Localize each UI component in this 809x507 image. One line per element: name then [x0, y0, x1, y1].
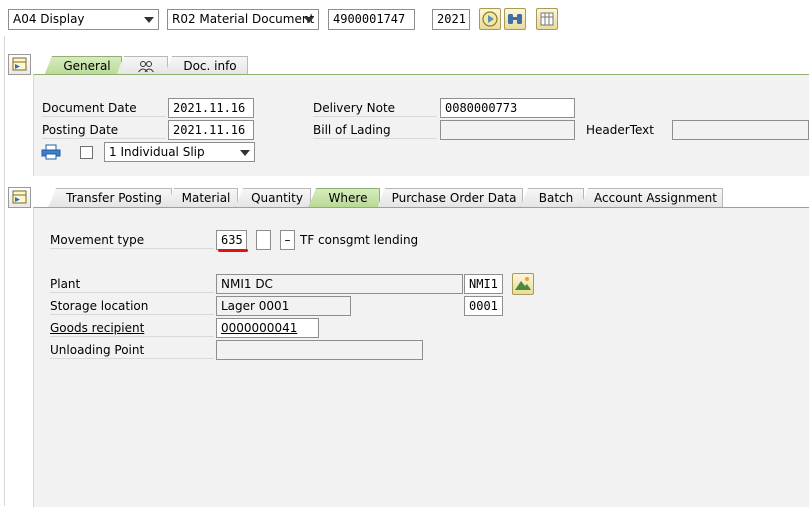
overview-button[interactable] — [536, 8, 558, 30]
action-dropdown-value: A04 Display — [13, 12, 85, 26]
tab-doc-info[interactable]: Doc. info — [164, 56, 248, 76]
header-text-label: HeaderText — [586, 123, 654, 137]
chevron-down-icon — [304, 17, 314, 23]
tab-account-assignment[interactable]: Account Assignment — [580, 188, 723, 208]
goods-recipient-label[interactable]: Goods recipient — [50, 320, 214, 337]
frame-border — [4, 36, 5, 506]
movement-description: TF consgmt lending — [300, 233, 419, 247]
tab-partner[interactable] — [116, 56, 168, 76]
document-number-input[interactable]: 4900001747 — [328, 9, 415, 30]
tab-transfer-posting[interactable]: Transfer Posting — [48, 188, 172, 208]
unloading-point-field[interactable] — [216, 340, 423, 360]
collapse-icon — [12, 57, 27, 71]
goods-recipient-field[interactable]: 0000000041 — [216, 318, 319, 338]
collapse-header-button[interactable] — [8, 54, 31, 75]
collapse-icon — [12, 190, 27, 204]
posting-date-field[interactable]: 2021.11.16 — [168, 120, 254, 140]
execute-button[interactable] — [479, 8, 501, 30]
storage-location-code-field[interactable]: 0001 — [464, 296, 503, 316]
printer-icon[interactable] — [41, 144, 61, 160]
mountain-icon — [515, 277, 531, 290]
print-option-dropdown[interactable]: 1 Individual Slip — [104, 142, 255, 162]
action-dropdown[interactable]: A04 Display — [8, 9, 159, 30]
document-date-field[interactable]: 2021.11.16 — [168, 98, 254, 118]
plant-code-field[interactable]: NMI1 — [464, 274, 503, 294]
execute-icon — [482, 11, 498, 27]
year-input[interactable]: 2021 — [432, 9, 470, 30]
document-type-dropdown[interactable]: R02 Material Document — [167, 9, 319, 30]
bill-of-lading-field[interactable] — [440, 120, 575, 140]
tab-material[interactable]: Material — [166, 188, 238, 208]
delivery-note-field[interactable]: 0080000773 — [440, 98, 575, 118]
binoculars-icon — [508, 14, 522, 24]
print-option-value: 1 Individual Slip — [109, 145, 205, 159]
tab-purchase-order-data[interactable]: Purchase Order Data — [377, 188, 523, 208]
bill-of-lading-label: Bill of Lading — [313, 122, 437, 139]
unloading-point-label: Unloading Point — [50, 342, 214, 359]
find-button[interactable] — [504, 8, 526, 30]
chevron-down-icon — [240, 150, 250, 156]
tab-general-label: General — [63, 59, 111, 73]
movement-indicator-field[interactable] — [256, 230, 271, 250]
posting-date-label: Posting Date — [42, 122, 166, 139]
movement-type-field[interactable]: 635 — [216, 230, 247, 250]
storage-location-label: Storage location — [50, 298, 214, 315]
movement-flag-field[interactable]: – — [280, 230, 295, 250]
print-checkbox[interactable] — [80, 146, 93, 159]
header-text-field[interactable] — [672, 120, 809, 140]
movement-type-label: Movement type — [50, 232, 214, 249]
grid-icon — [540, 12, 554, 26]
people-icon — [138, 61, 154, 73]
tab-label: Quantity — [251, 191, 303, 205]
tab-label: Transfer Posting — [66, 191, 162, 205]
storage-location-name-field[interactable]: Lager 0001 — [216, 296, 351, 316]
tab-doc-info-label: Doc. info — [183, 59, 237, 73]
tab-batch[interactable]: Batch — [520, 188, 584, 208]
tab-label: Batch — [538, 191, 574, 205]
tab-label: Material — [181, 191, 231, 205]
chevron-down-icon — [144, 17, 154, 23]
plant-label: Plant — [50, 276, 214, 293]
tab-general[interactable]: General — [44, 56, 122, 76]
plant-overview-button[interactable] — [512, 273, 534, 295]
document-type-value: R02 Material Document — [172, 12, 315, 26]
collapse-item-button[interactable] — [8, 187, 31, 208]
annotation-underline — [218, 249, 248, 252]
tab-label: Where — [328, 191, 368, 205]
delivery-note-label: Delivery Note — [313, 100, 437, 117]
tab-label: Purchase Order Data — [391, 191, 517, 205]
tab-label: Account Assignment — [594, 191, 717, 205]
tab-where[interactable]: Where — [308, 188, 380, 208]
plant-name-field[interactable]: NMI1 DC — [216, 274, 463, 294]
tab-quantity[interactable]: Quantity — [235, 188, 311, 208]
document-date-label: Document Date — [42, 100, 166, 117]
